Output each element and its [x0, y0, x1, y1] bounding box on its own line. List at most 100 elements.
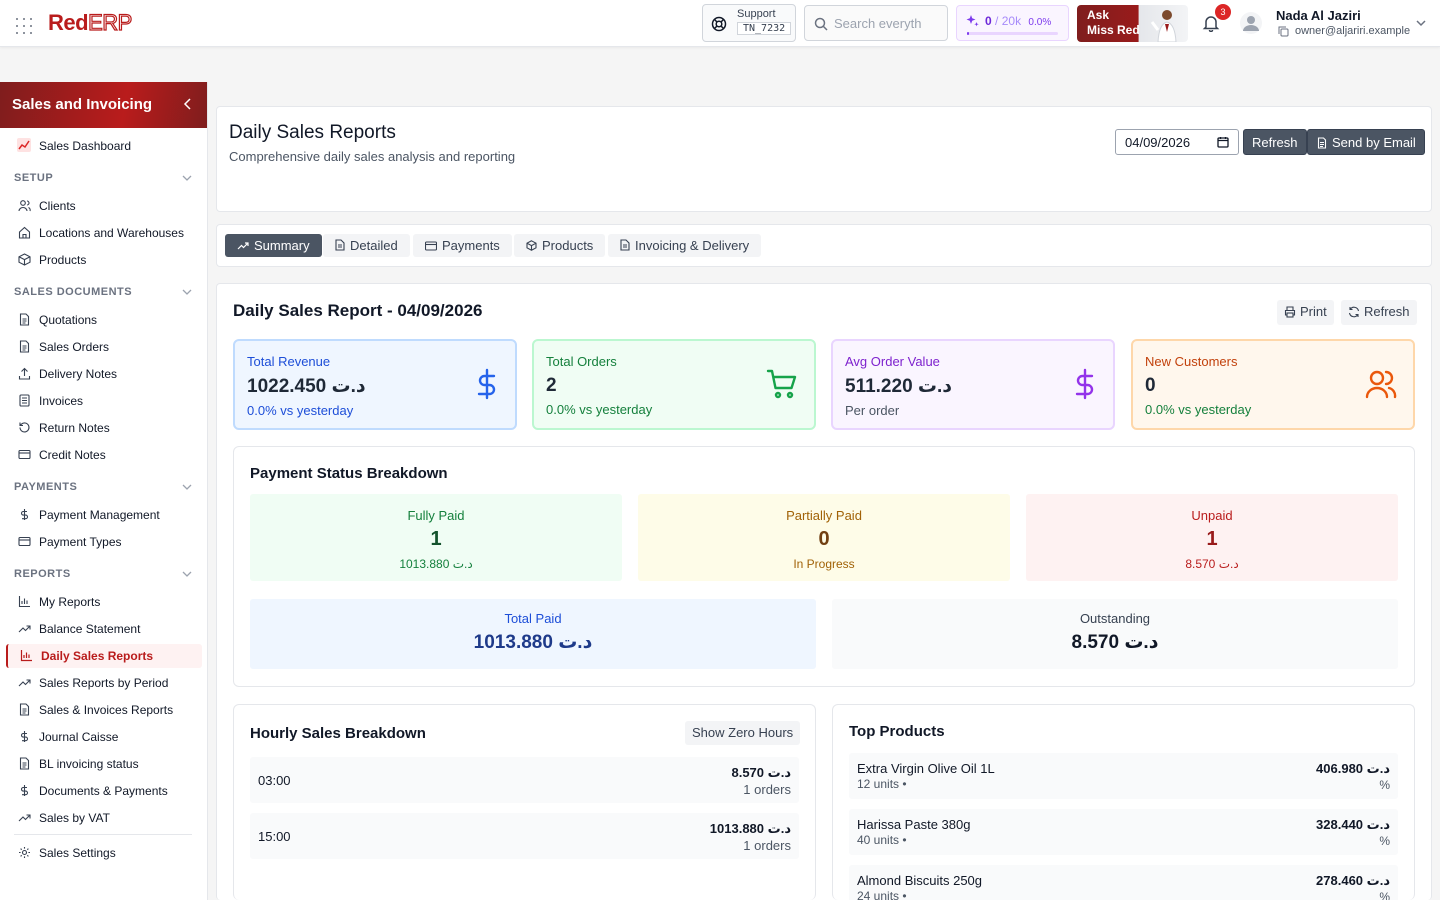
ask-miss-red-button[interactable]: Ask Miss Red	[1077, 5, 1188, 42]
sidebar-item-my-reports[interactable]: My Reports	[6, 590, 202, 614]
tab-products[interactable]: Products	[514, 234, 606, 257]
sidebar-item-label: Quotations	[39, 313, 98, 327]
sidebar-item-quotations[interactable]: Quotations	[6, 308, 202, 332]
sidebar-item-label: Delivery Notes	[39, 367, 118, 381]
chevron-down-icon	[182, 289, 192, 295]
apps-grid-icon[interactable]	[16, 18, 34, 36]
report-refresh-button[interactable]: Refresh	[1341, 300, 1417, 325]
section-setup[interactable]: SETUP	[14, 172, 192, 184]
sidebar-item-locations[interactable]: Locations and Warehouses	[6, 221, 202, 245]
sidebar-item-sales-orders[interactable]: Sales Orders	[6, 335, 202, 359]
tab-detailed[interactable]: Detailed	[323, 234, 410, 257]
sidebar-item-sales-by-period[interactable]: Sales Reports by Period	[6, 671, 202, 695]
sidebar-divider	[14, 834, 192, 835]
credit-card-icon	[424, 241, 438, 251]
report-date-input[interactable]: 04/09/2026	[1115, 129, 1239, 155]
kpi-sub: Per order	[845, 403, 900, 418]
show-zero-hours-button[interactable]: Show Zero Hours	[685, 721, 801, 745]
ai-quota-meter[interactable]: 0 / 20k 0.0%	[956, 5, 1069, 41]
sidebar-item-bl-invoicing-status[interactable]: BL invoicing status	[6, 752, 202, 776]
product-percent: %	[1379, 834, 1390, 848]
sidebar-item-label: Balance Statement	[39, 622, 141, 636]
quota-used: 0	[985, 14, 992, 28]
section-sales-documents[interactable]: SALES DOCUMENTS	[14, 286, 192, 298]
sidebar-item-invoices[interactable]: Invoices	[6, 389, 202, 413]
support-code: TN_7232	[737, 22, 792, 35]
sidebar-item-label: Daily Sales Reports	[41, 649, 154, 663]
tab-payments[interactable]: Payments	[413, 234, 512, 257]
sidebar-item-documents-payments[interactable]: Documents & Payments	[6, 779, 202, 803]
refresh-button[interactable]: Refresh	[1243, 129, 1307, 155]
collapse-sidebar-icon[interactable]	[183, 98, 193, 110]
product-name: Extra Virgin Olive Oil 1L	[857, 761, 995, 776]
support-label: Support	[737, 8, 776, 20]
tab-label: Detailed	[350, 238, 398, 253]
sidebar-item-payment-management[interactable]: Payment Management	[6, 503, 202, 527]
sidebar-item-label: My Reports	[39, 595, 101, 609]
sidebar-item-journal-caisse[interactable]: Journal Caisse	[6, 725, 202, 749]
document-icon	[620, 239, 630, 251]
section-reports[interactable]: REPORTS	[14, 568, 192, 580]
user-email[interactable]: owner@aljariri.example	[1278, 25, 1410, 37]
sidebar-item-label: Sales Settings	[39, 846, 116, 860]
support-button[interactable]: Support TN_7232	[702, 4, 796, 42]
user-avatar-icon[interactable]	[1240, 12, 1262, 34]
chevron-down-icon[interactable]	[1416, 18, 1426, 28]
kpi-change: 0.0% vs yesterday	[546, 402, 653, 417]
printer-icon	[1284, 306, 1296, 318]
total-paid-value: 1013.880 د.ت	[473, 632, 593, 653]
sidebar-title: Sales and Invoicing	[12, 96, 153, 113]
copy-icon[interactable]	[1278, 26, 1289, 37]
unpaid-box: Unpaid 1 8.570 د.ت	[1026, 494, 1398, 581]
dollar-icon	[20, 785, 29, 796]
total-paid-box: Total Paid 1013.880 د.ت	[250, 599, 816, 669]
sidebar-item-payment-types[interactable]: Payment Types	[6, 530, 202, 554]
sidebar-item-label: Sales & Invoices Reports	[39, 703, 174, 717]
document-icon	[19, 757, 30, 770]
search-input[interactable]: Search everyth	[804, 5, 948, 41]
sidebar-header: Sales and Invoicing	[0, 82, 207, 128]
search-placeholder: Search everyth	[834, 16, 922, 31]
tab-invoicing-delivery[interactable]: Invoicing & Delivery	[608, 234, 762, 257]
outstanding-label: Outstanding	[1079, 611, 1151, 626]
product-units: 40 units •	[857, 833, 907, 847]
sidebar-item-daily-sales-reports[interactable]: Daily Sales Reports	[6, 644, 202, 668]
sidebar: Sales and Invoicing Sales Dashboard SETU…	[0, 82, 208, 900]
send-by-email-label: Send by Email	[1332, 135, 1416, 150]
app-logo[interactable]: RedERP	[48, 9, 133, 36]
chevron-down-icon	[182, 484, 192, 490]
user-name[interactable]: Nada Al Jaziri	[1276, 8, 1361, 23]
search-icon	[814, 17, 828, 31]
calendar-icon[interactable]	[1217, 136, 1229, 148]
document-icon	[19, 313, 30, 326]
sidebar-item-delivery-notes[interactable]: Delivery Notes	[6, 362, 202, 386]
print-button[interactable]: Print	[1277, 300, 1334, 325]
sidebar-item-products[interactable]: Products	[6, 248, 202, 272]
credit-card-icon	[18, 536, 31, 547]
sidebar-item-label: Sales Orders	[39, 340, 110, 354]
kpi-label: Total Orders	[546, 354, 617, 369]
sidebar-item-sales-dashboard[interactable]: Sales Dashboard	[6, 134, 202, 158]
sidebar-item-sales-by-vat[interactable]: Sales by VAT	[6, 806, 202, 830]
receipt-icon	[19, 394, 30, 407]
send-by-email-button[interactable]: Send by Email	[1307, 129, 1425, 155]
sidebar-item-sales-invoices-reports[interactable]: Sales & Invoices Reports	[6, 698, 202, 722]
trending-up-icon	[18, 625, 31, 633]
sidebar-item-balance-statement[interactable]: Balance Statement	[6, 617, 202, 641]
trending-up-icon	[237, 242, 249, 250]
partially-paid-status: In Progress	[793, 557, 855, 571]
trending-up-icon	[18, 814, 31, 822]
tab-summary[interactable]: Summary	[225, 234, 322, 257]
sidebar-item-return-notes[interactable]: Return Notes	[6, 416, 202, 440]
sidebar-item-clients[interactable]: Clients	[6, 194, 202, 218]
sidebar-item-sales-settings[interactable]: Sales Settings	[6, 841, 202, 865]
tab-label: Invoicing & Delivery	[635, 238, 750, 253]
sparkles-icon	[966, 15, 979, 27]
section-sales-documents-label: SALES DOCUMENTS	[14, 286, 133, 298]
unpaid-amount: 8.570 د.ت	[1185, 557, 1239, 571]
kpi-label: New Customers	[1145, 354, 1238, 369]
kpi-total-revenue: Total Revenue 1022.450 د.ت 0.0% vs yeste…	[233, 339, 517, 430]
bar-chart-icon	[18, 596, 30, 608]
section-payments[interactable]: PAYMENTS	[14, 481, 192, 493]
sidebar-item-credit-notes[interactable]: Credit Notes	[6, 443, 202, 467]
